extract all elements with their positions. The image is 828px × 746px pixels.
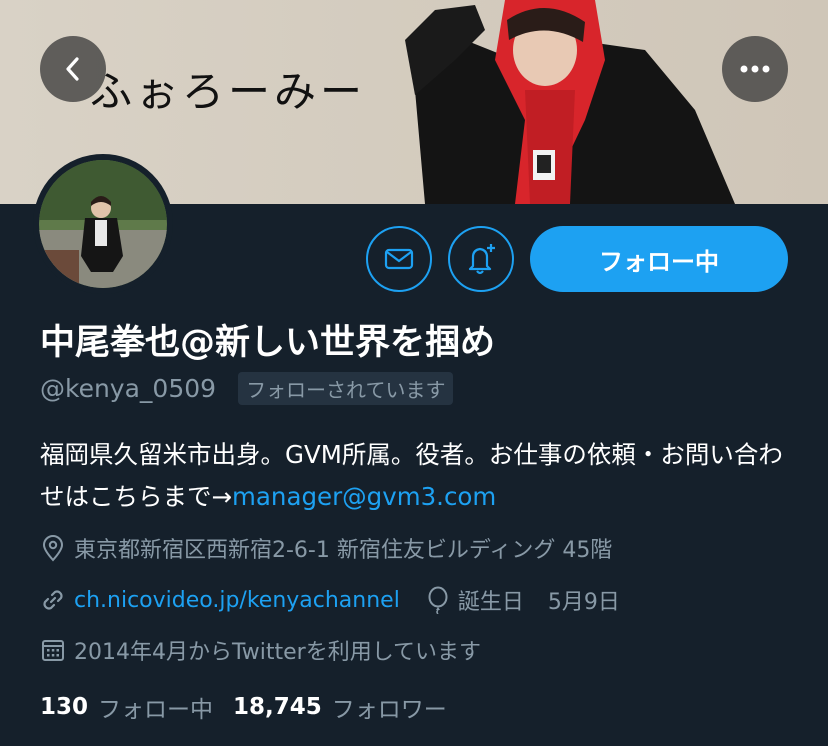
joined-row: 2014年4月からTwitterを利用しています xyxy=(40,634,481,666)
avatar[interactable] xyxy=(33,154,173,294)
follows-you-badge: フォローされています xyxy=(238,372,454,405)
avatar-photo xyxy=(39,160,167,288)
website-link[interactable]: ch.nicovideo.jp/kenyachannel xyxy=(74,588,400,613)
follow-stats: 130 フォロー中 18,745 フォロワー xyxy=(40,690,467,724)
back-button[interactable] xyxy=(40,36,106,102)
user-handle: @kenya_0509 xyxy=(40,374,217,403)
followers-label[interactable]: フォロワー xyxy=(332,690,447,724)
location-pin-icon xyxy=(42,535,64,562)
bio-email-link[interactable]: manager@gvm3.com xyxy=(232,482,496,511)
birthday-label: 誕生日 xyxy=(457,590,524,615)
banner-photo xyxy=(405,0,735,204)
message-button[interactable] xyxy=(366,226,432,292)
joined-text: 2014年4月からTwitterを利用しています xyxy=(74,640,482,665)
location-row: 東京都新宿区西新宿2-6-1 新宿住友ビルディング 45階 xyxy=(40,532,612,564)
balloon-icon xyxy=(428,586,448,614)
birthday-value: 5月9日 xyxy=(547,590,620,615)
banner-text: ふぉろーみー xyxy=(90,67,367,116)
mail-icon xyxy=(384,248,414,270)
display-name: 中尾拳也@新しい世界を掴め xyxy=(40,323,496,363)
following-label[interactable]: フォロー中 xyxy=(98,690,213,724)
following-button[interactable]: フォロー中 xyxy=(530,226,788,292)
birthday: 誕生日 5月9日 xyxy=(426,584,620,616)
more-options-button[interactable] xyxy=(722,36,788,102)
followers-count[interactable]: 18,745 xyxy=(233,694,322,720)
handle-row: @kenya_0509 フォローされています xyxy=(40,372,454,405)
link-icon xyxy=(43,590,63,610)
more-horizontal-icon xyxy=(740,65,770,73)
chevron-left-icon xyxy=(66,57,79,81)
bio: 福岡県久留米市出身。GVM所属。役者。お仕事の依頼・お問い合わせはこちらまで→m… xyxy=(40,434,800,518)
website-row: ch.nicovideo.jp/kenyachannel 誕生日 5月9日 xyxy=(40,584,620,616)
bell-plus-icon xyxy=(468,244,495,275)
location-text: 東京都新宿区西新宿2-6-1 新宿住友ビルディング 45階 xyxy=(74,538,613,563)
notify-button[interactable] xyxy=(448,226,514,292)
following-count[interactable]: 130 xyxy=(40,694,88,720)
calendar-icon xyxy=(42,640,64,661)
